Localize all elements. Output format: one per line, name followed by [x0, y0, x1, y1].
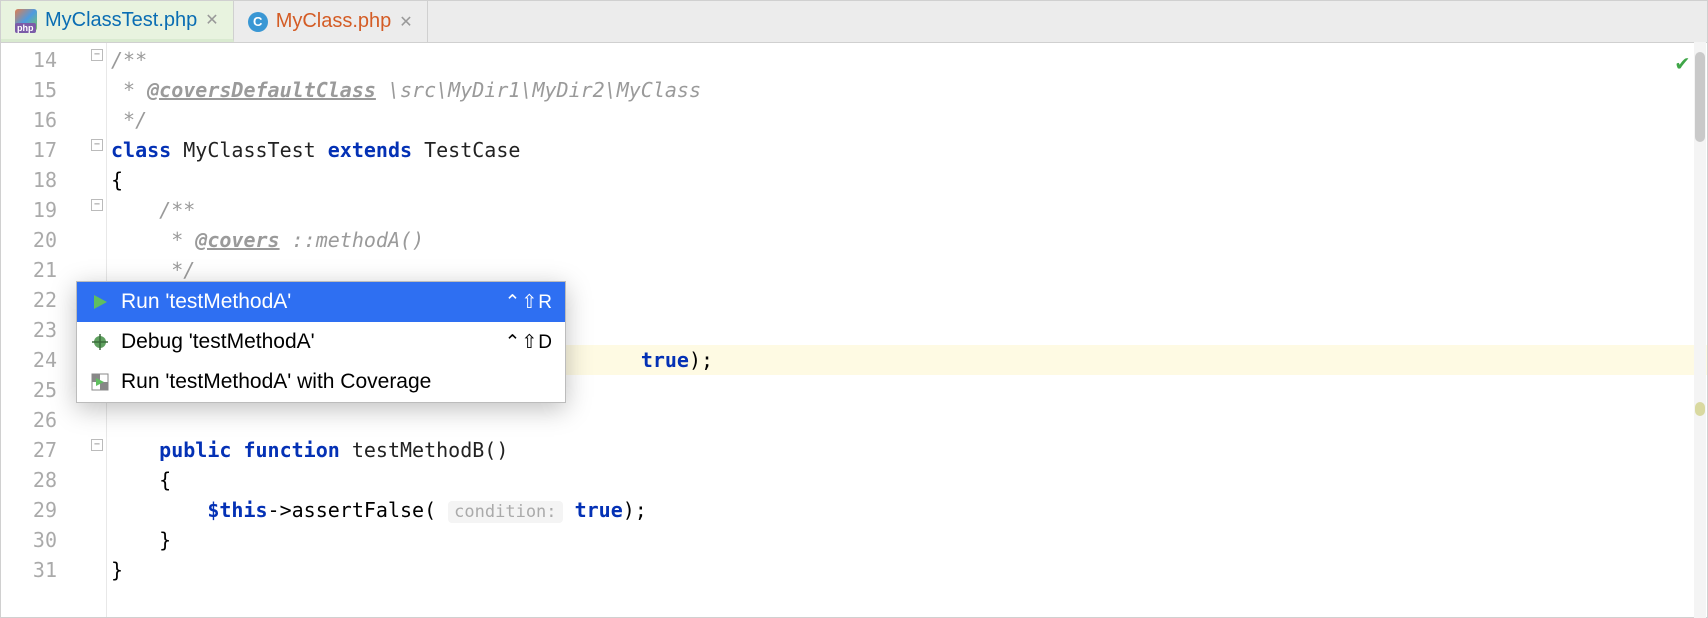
- scrollbar-thumb[interactable]: [1695, 52, 1705, 142]
- menu-run-coverage[interactable]: Run 'testMethodA' with Coverage: [77, 362, 565, 402]
- close-icon[interactable]: ✕: [205, 10, 218, 30]
- context-menu: Run 'testMethodA' ⌃⇧R Debug 'testMethodA…: [76, 281, 566, 403]
- fold-toggle-icon[interactable]: −: [91, 139, 103, 151]
- class-file-icon: C: [248, 12, 268, 32]
- menu-run-test[interactable]: Run 'testMethodA' ⌃⇧R: [77, 282, 565, 322]
- vertical-scrollbar[interactable]: [1694, 42, 1706, 618]
- menu-debug-test[interactable]: Debug 'testMethodA' ⌃⇧D: [77, 322, 565, 362]
- fold-toggle-icon[interactable]: −: [91, 439, 103, 451]
- parameter-hint: condition:: [448, 501, 562, 523]
- inspection-ok-icon[interactable]: ✔: [1676, 51, 1689, 76]
- debug-icon: [89, 331, 111, 353]
- run-icon: [89, 291, 111, 313]
- fold-toggle-icon[interactable]: −: [91, 49, 103, 61]
- close-icon[interactable]: ✕: [399, 12, 412, 32]
- scrollbar-marker: [1695, 402, 1705, 416]
- tab-label: MyClassTest.php: [45, 9, 197, 32]
- tab-label: MyClass.php: [276, 10, 392, 33]
- fold-toggle-icon[interactable]: −: [91, 199, 103, 211]
- editor-tabs: MyClassTest.php ✕ C MyClass.php ✕: [1, 1, 1707, 43]
- coverage-icon: [89, 371, 111, 393]
- tab-myclass[interactable]: C MyClass.php ✕: [234, 1, 428, 42]
- php-file-icon: [15, 9, 37, 31]
- tab-myclasstest[interactable]: MyClassTest.php ✕: [1, 1, 234, 42]
